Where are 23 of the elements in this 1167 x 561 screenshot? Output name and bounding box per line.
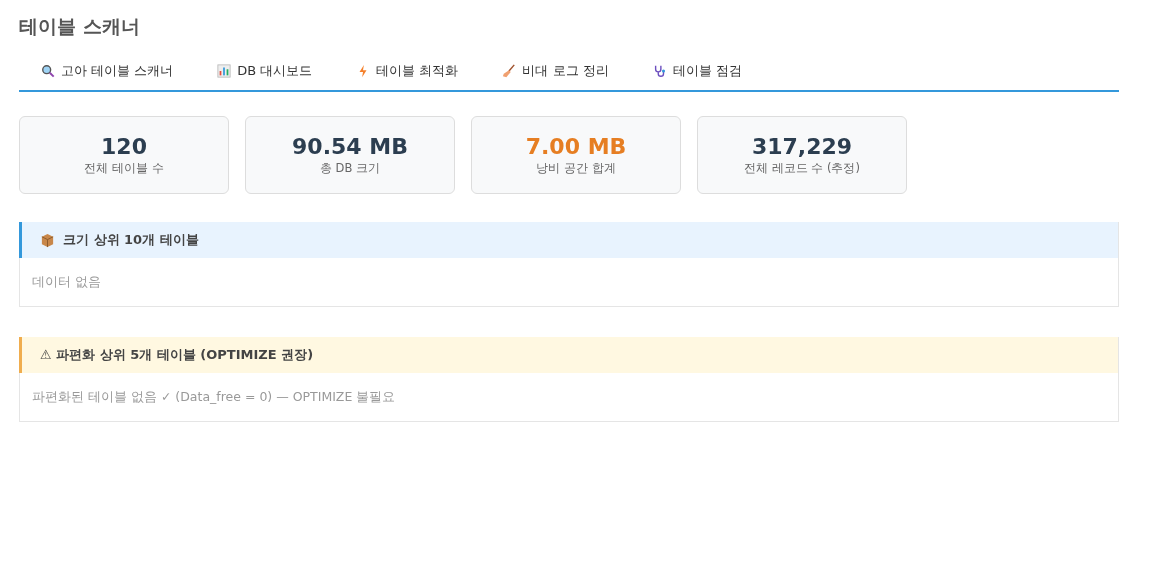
stat-value: 7.00 MB bbox=[525, 134, 627, 159]
stat-label: 전체 레코드 수 (추정) bbox=[744, 161, 860, 176]
tab[interactable]: 테이블 점검 bbox=[652, 62, 742, 90]
stat-value: 90.54 MB bbox=[292, 134, 408, 159]
broom-icon bbox=[502, 64, 517, 78]
tab[interactable]: 고아 테이블 스캐너 bbox=[41, 62, 174, 90]
empty-message: 파편화된 테이블 없음 ✓ (Data_free = 0) — OPTIMIZE 불필요 bbox=[31, 388, 397, 406]
stat-label: 총 DB 크기 bbox=[319, 161, 381, 176]
page-title: 테이블 스캐너 bbox=[19, 14, 141, 39]
tab[interactable]: 비대 로그 정리 bbox=[502, 62, 609, 90]
empty-message: 데이터 없음 bbox=[31, 273, 102, 291]
bar-chart-icon bbox=[217, 64, 232, 78]
tab[interactable]: DB 대시보드 bbox=[217, 62, 313, 90]
section-title: ⚠ 파편화 상위 5개 테이블 (OPTIMIZE 권장) bbox=[40, 346, 314, 364]
stat-value: 120 bbox=[101, 134, 147, 159]
stethoscope-icon bbox=[652, 64, 667, 78]
section-title: 크기 상위 10개 테이블 bbox=[63, 231, 199, 249]
stat-label: 낭비 공간 합계 bbox=[536, 161, 616, 176]
search-icon bbox=[41, 64, 55, 78]
stat-label: 전체 테이블 수 bbox=[84, 161, 164, 176]
package-icon bbox=[40, 232, 55, 248]
stat-value: 317,229 bbox=[751, 134, 853, 159]
tab[interactable]: 테이블 최적화 bbox=[356, 62, 459, 90]
